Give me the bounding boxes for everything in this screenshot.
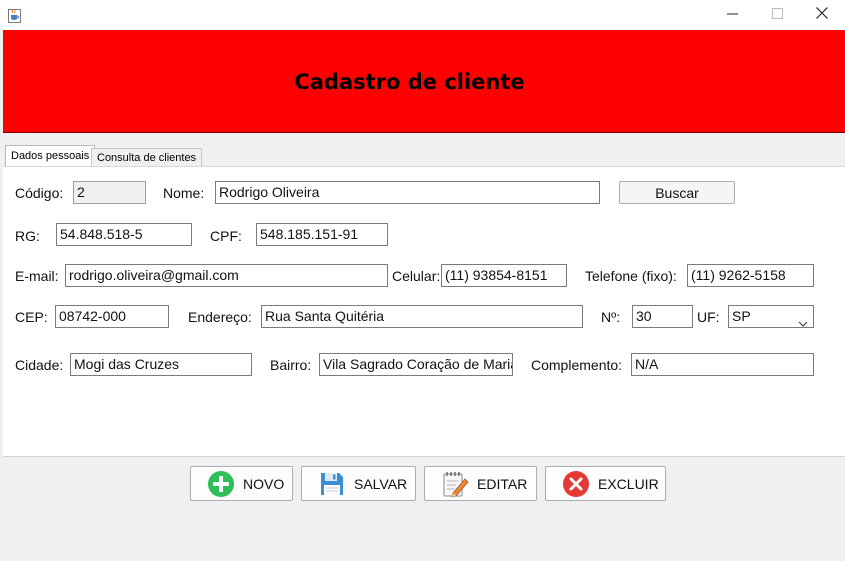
header-banner: Cadastro de cliente [3, 30, 845, 133]
cpf-field[interactable]: 548.185.151-91 [256, 223, 388, 246]
celular-label: Celular: [392, 268, 441, 284]
telefone-field[interactable]: (11) 9262-5158 [687, 264, 814, 287]
tab-strip: Dados pessoais Consulta de clientes [3, 133, 845, 166]
minimize-button[interactable] [710, 0, 754, 30]
uf-selected-value: SP [732, 308, 751, 324]
notepad-pencil-icon [441, 470, 469, 498]
tab-consulta-clientes[interactable]: Consulta de clientes [91, 148, 203, 166]
editar-button-label: EDITAR [477, 475, 528, 492]
endereco-label: Endereço: [188, 309, 252, 325]
page-title: Cadastro de cliente [294, 70, 525, 94]
novo-button[interactable]: NOVO [190, 466, 293, 501]
buscar-button[interactable]: Buscar [619, 181, 735, 204]
endereco-field[interactable]: Rua Santa Quitéria [261, 305, 583, 328]
codigo-field[interactable]: 2 [73, 181, 146, 204]
salvar-button[interactable]: SALVAR [301, 466, 416, 501]
excluir-button-label: EXCLUIR [598, 475, 659, 492]
close-icon [816, 6, 828, 24]
novo-button-label: NOVO [243, 475, 285, 492]
cidade-field[interactable]: Mogi das Cruzes [70, 353, 252, 376]
window-titlebar [0, 0, 845, 30]
plus-circle-icon [207, 470, 235, 498]
cep-field[interactable]: 08742-000 [55, 305, 169, 328]
rg-field[interactable]: 54.848.518-5 [56, 223, 192, 246]
email-label: E-mail: [15, 268, 59, 284]
excluir-button[interactable]: EXCLUIR [545, 466, 666, 501]
nome-label: Nome: [163, 185, 205, 201]
nome-field[interactable]: Rodrigo Oliveira [215, 181, 600, 204]
x-circle-icon [562, 470, 590, 498]
floppy-disk-icon [318, 470, 346, 498]
numero-label: Nº: [601, 309, 621, 325]
minimize-icon [726, 6, 738, 24]
numero-field[interactable]: 30 [632, 305, 693, 328]
celular-field[interactable]: (11) 93854-8151 [441, 264, 567, 287]
codigo-label: Código: [15, 185, 64, 201]
complemento-field[interactable]: N/A [631, 353, 814, 376]
cpf-label: CPF: [210, 228, 242, 244]
complemento-label: Complemento: [531, 357, 623, 373]
salvar-button-label: SALVAR [354, 475, 408, 492]
buscar-button-label: Buscar [655, 184, 699, 201]
java-cup-icon [8, 9, 21, 23]
cep-label: CEP: [15, 309, 48, 325]
maximize-icon [771, 6, 783, 24]
bairro-label: Bairro: [270, 357, 312, 373]
cidade-label: Cidade: [15, 357, 64, 373]
chevron-down-icon [798, 313, 808, 327]
bairro-field[interactable]: Vila Sagrado Coração de Maria [319, 353, 513, 376]
telefone-label: Telefone (fixo): [585, 268, 677, 284]
rg-label: RG: [15, 228, 40, 244]
uf-label: UF: [697, 309, 720, 325]
maximize-button[interactable] [755, 0, 799, 30]
uf-select[interactable]: SP [728, 305, 814, 328]
email-field[interactable]: rodrigo.oliveira@gmail.com [65, 264, 388, 287]
tab-dados-pessoais[interactable]: Dados pessoais [5, 145, 96, 166]
editar-button[interactable]: EDITAR [424, 466, 537, 501]
close-button[interactable] [800, 0, 844, 30]
